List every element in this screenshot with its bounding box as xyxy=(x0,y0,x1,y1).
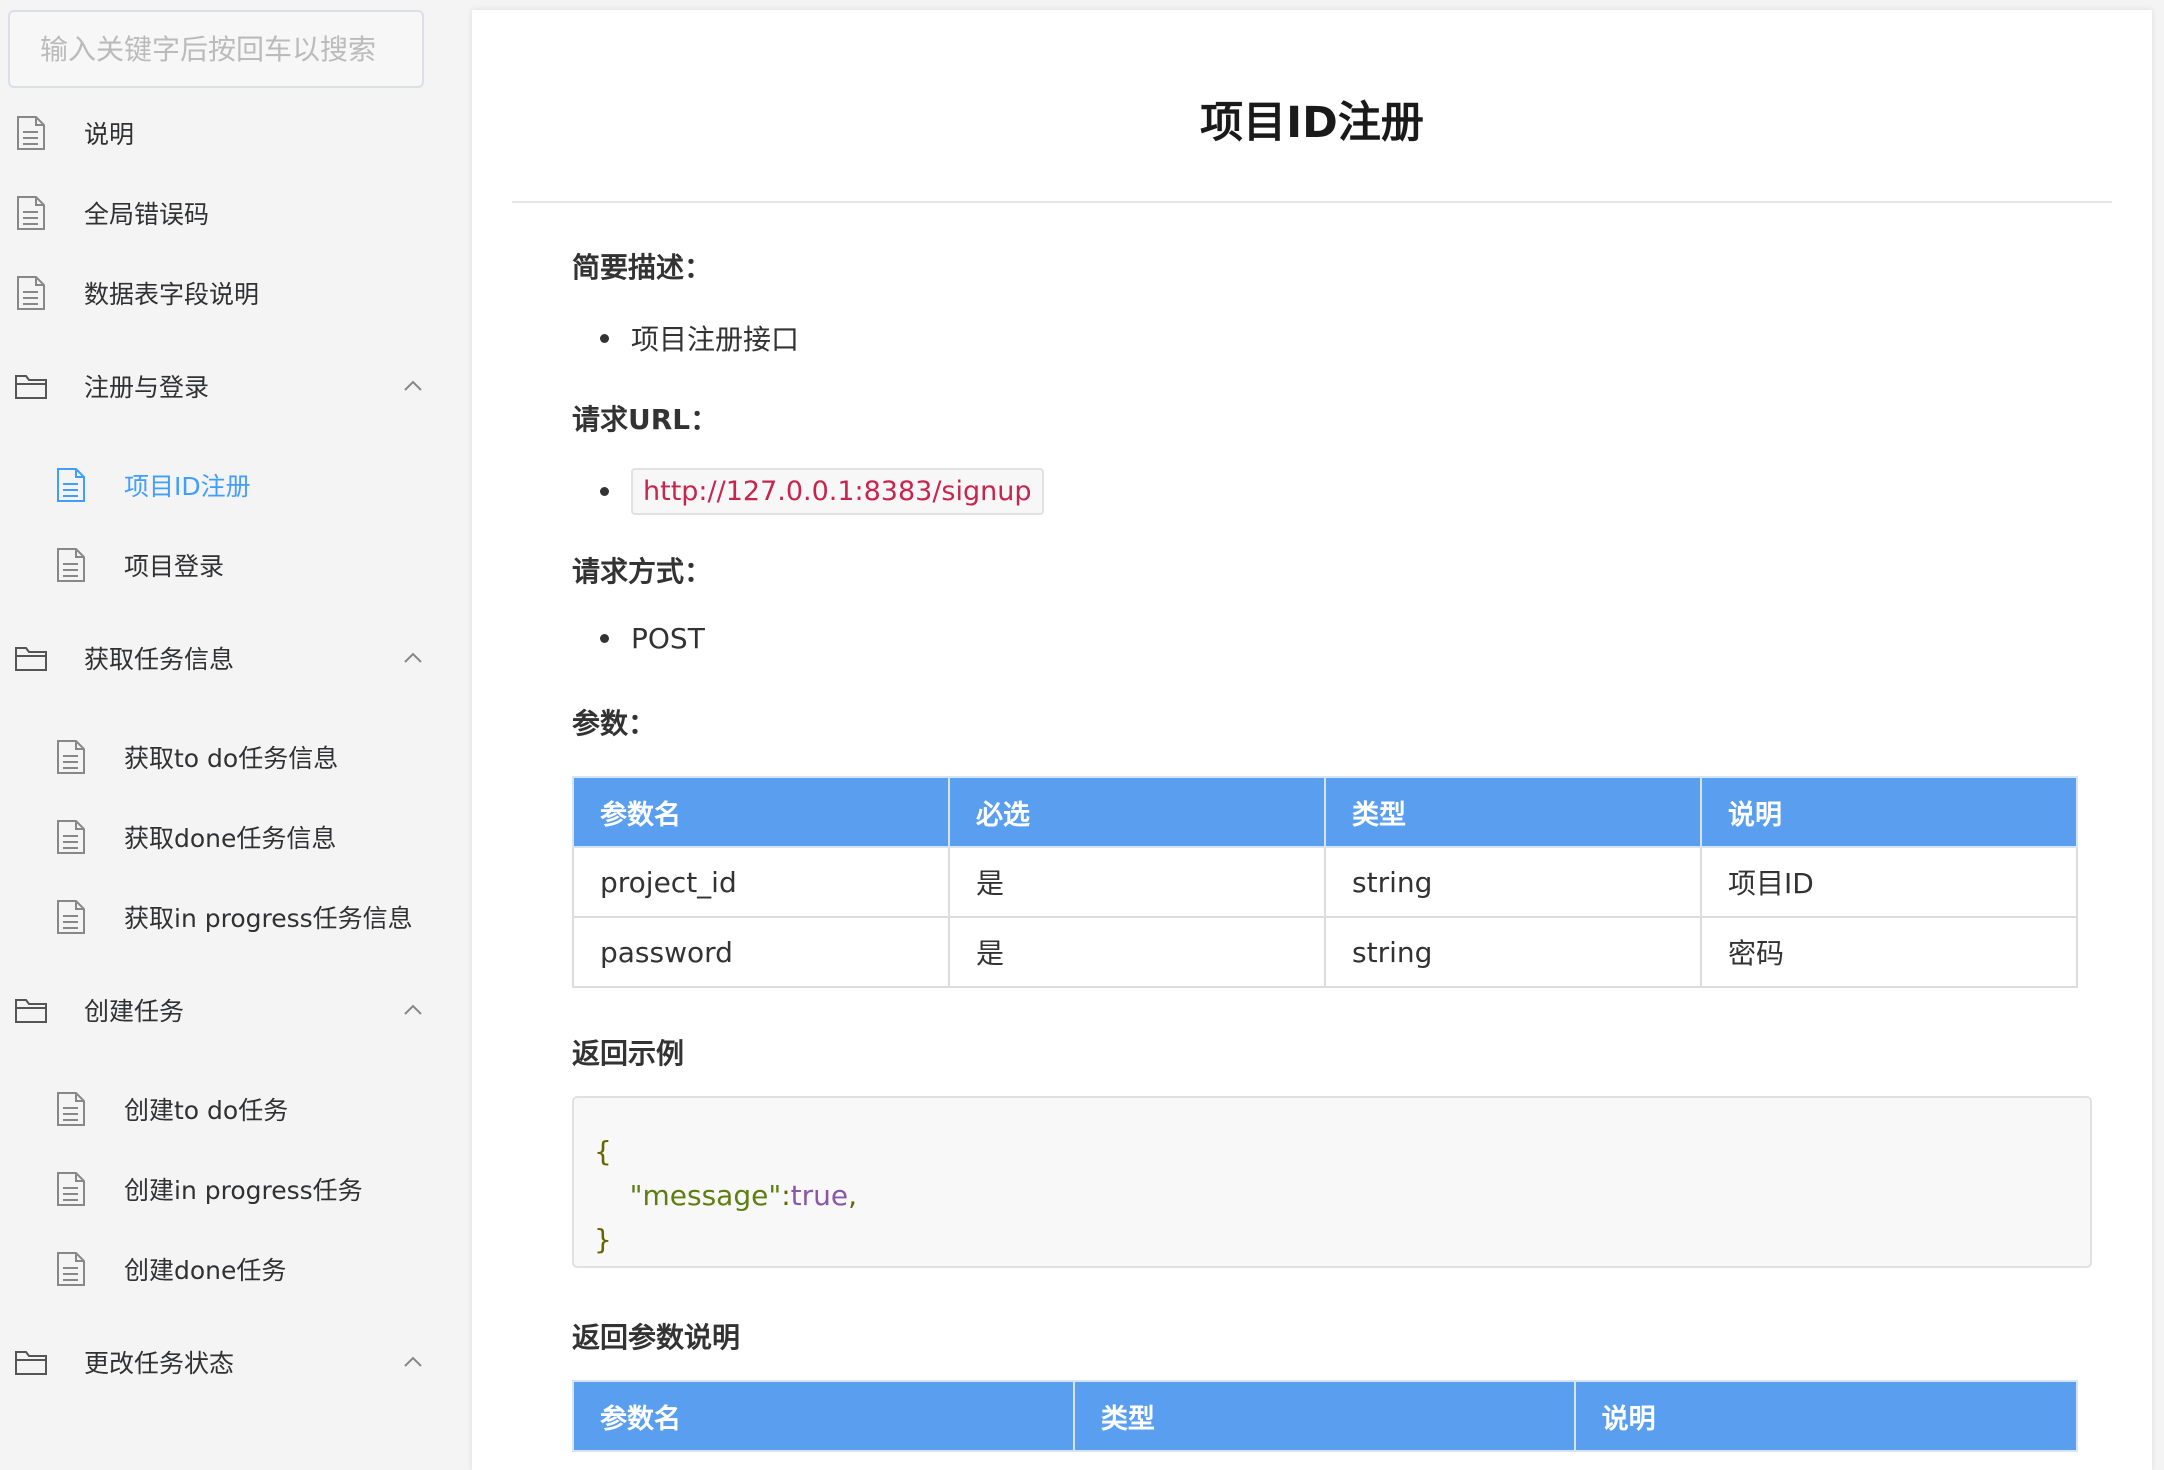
return-params-heading: 返回参数说明 xyxy=(572,1321,741,1354)
sidebar-item-get-todo-tasks[interactable]: 获取to do任务信息 xyxy=(54,727,338,787)
column-header: 类型 xyxy=(1072,1380,1576,1452)
table-row: project_id 是 string 项目ID xyxy=(572,846,2078,918)
document-icon xyxy=(54,545,88,585)
table-header-row: 参数名 类型 说明 xyxy=(572,1380,2079,1452)
table-cell: 项目ID xyxy=(1700,846,2078,918)
table-cell: password xyxy=(572,916,950,988)
sidebar-item-label: 获取任务信息 xyxy=(84,645,235,674)
params-heading: 参数： xyxy=(572,707,657,740)
table-header-row: 参数名 必选 类型 说明 xyxy=(572,776,2078,848)
sidebar-item-create-in-progress-task[interactable]: 创建in progress任务 xyxy=(54,1159,363,1219)
column-header: 参数名 xyxy=(572,1380,1075,1452)
table-cell: 密码 xyxy=(1700,916,2078,988)
document-icon xyxy=(14,193,48,233)
chevron-up-icon[interactable] xyxy=(401,646,425,670)
list-item: POST xyxy=(600,622,705,655)
document-icon xyxy=(54,1089,88,1129)
doc-content: 项目ID注册 简要描述： 项目注册接口 请求URL： http://127.0.… xyxy=(472,10,2152,1470)
column-header: 类型 xyxy=(1324,776,1702,848)
table-cell: project_id xyxy=(572,846,950,918)
sidebar-item-label: 创建任务 xyxy=(84,997,185,1026)
sidebar-item-get-done-tasks[interactable]: 获取done任务信息 xyxy=(54,807,336,867)
sidebar-item-label: 项目ID注册 xyxy=(124,472,251,501)
table-row: password 是 string 密码 xyxy=(572,916,2078,988)
sidebar-item-create-todo-task[interactable]: 创建to do任务 xyxy=(54,1079,288,1139)
table-cell: string xyxy=(1324,846,1702,918)
request-url[interactable]: http://127.0.0.1:8383/signup xyxy=(631,468,1044,515)
sidebar-item-project-login[interactable]: 项目登录 xyxy=(54,535,224,595)
chevron-up-icon[interactable] xyxy=(401,1350,425,1374)
sidebar-item-table-fields[interactable]: 数据表字段说明 xyxy=(14,263,259,323)
column-header: 参数名 xyxy=(572,776,950,848)
list-item: 项目注册接口 xyxy=(600,318,799,358)
column-header: 说明 xyxy=(1573,1380,2079,1452)
document-icon xyxy=(54,1249,88,1289)
params-table: 参数名 必选 类型 说明 project_id 是 string 项目ID pa… xyxy=(572,776,2078,988)
folder-icon xyxy=(14,1342,48,1382)
sidebar: 说明 全局错误码 数据表字段说明 注册与登录 项目ID注册 项目登录 xyxy=(0,0,472,1426)
sidebar-item-create-done-task[interactable]: 创建done任务 xyxy=(54,1239,286,1299)
sidebar-folder-register-login[interactable]: 注册与登录 xyxy=(14,356,209,416)
page-title: 项目ID注册 xyxy=(1200,98,1424,148)
bullet-icon xyxy=(600,487,609,496)
sidebar-folder-update-task-status[interactable]: 更改任务状态 xyxy=(14,1332,234,1392)
sidebar-item-global-error-codes[interactable]: 全局错误码 xyxy=(14,183,209,243)
document-icon xyxy=(54,817,88,857)
sidebar-item-label: 项目登录 xyxy=(124,552,225,581)
document-icon xyxy=(54,1169,88,1209)
url-heading: 请求URL： xyxy=(572,403,719,436)
code-key: "message" xyxy=(629,1179,782,1212)
sidebar-item-project-id-register[interactable]: 项目ID注册 xyxy=(54,455,251,515)
sidebar-item-label: 数据表字段说明 xyxy=(84,280,260,309)
sidebar-item-label: 说明 xyxy=(84,120,135,149)
summary-text: 项目注册接口 xyxy=(631,323,800,356)
example-heading: 返回示例 xyxy=(572,1037,685,1070)
column-header: 必选 xyxy=(948,776,1326,848)
document-icon xyxy=(54,897,88,937)
sidebar-folder-create-tasks[interactable]: 创建任务 xyxy=(14,980,184,1040)
folder-icon xyxy=(14,366,48,406)
sidebar-item-label: 创建in progress任务 xyxy=(124,1176,363,1205)
bullet-icon xyxy=(600,634,609,643)
folder-icon xyxy=(14,990,48,1030)
document-icon xyxy=(14,113,48,153)
sidebar-folder-get-tasks[interactable]: 获取任务信息 xyxy=(14,628,234,688)
search-input[interactable] xyxy=(8,10,424,88)
sidebar-item-readme[interactable]: 说明 xyxy=(14,103,134,163)
return-params-table: 参数名 类型 说明 xyxy=(572,1380,2079,1452)
bullet-icon xyxy=(600,333,609,343)
list-item: http://127.0.0.1:8383/signup xyxy=(600,468,1044,515)
summary-heading: 简要描述： xyxy=(572,251,713,284)
sidebar-item-label: 获取done任务信息 xyxy=(124,824,337,853)
chevron-up-icon[interactable] xyxy=(401,374,425,398)
request-method: POST xyxy=(631,622,705,655)
sidebar-item-label: 获取in progress任务信息 xyxy=(124,904,413,933)
document-icon xyxy=(14,273,48,313)
table-cell: 是 xyxy=(948,846,1326,918)
sidebar-item-label: 创建done任务 xyxy=(124,1256,287,1285)
code-close-brace: } xyxy=(594,1223,612,1256)
document-icon xyxy=(54,737,88,777)
document-icon xyxy=(54,465,88,505)
folder-icon xyxy=(14,638,48,678)
table-cell: 是 xyxy=(948,916,1326,988)
sidebar-item-label: 更改任务状态 xyxy=(84,1349,235,1378)
sidebar-item-label: 注册与登录 xyxy=(84,373,210,402)
code-value: true xyxy=(790,1179,849,1212)
sidebar-item-label: 获取to do任务信息 xyxy=(124,744,339,773)
method-heading: 请求方式： xyxy=(572,555,713,588)
response-example-code: { "message":true, } xyxy=(572,1096,2092,1268)
code-comma: , xyxy=(848,1179,858,1212)
chevron-up-icon[interactable] xyxy=(401,998,425,1022)
sidebar-item-get-in-progress-tasks[interactable]: 获取in progress任务信息 xyxy=(54,887,413,947)
sidebar-item-label: 全局错误码 xyxy=(84,200,210,229)
table-cell: string xyxy=(1324,916,1702,988)
column-header: 说明 xyxy=(1700,776,2078,848)
code-open-brace: { xyxy=(594,1135,612,1168)
sidebar-item-label: 创建to do任务 xyxy=(124,1096,289,1125)
title-divider xyxy=(512,201,2112,203)
code-colon: : xyxy=(781,1179,791,1212)
